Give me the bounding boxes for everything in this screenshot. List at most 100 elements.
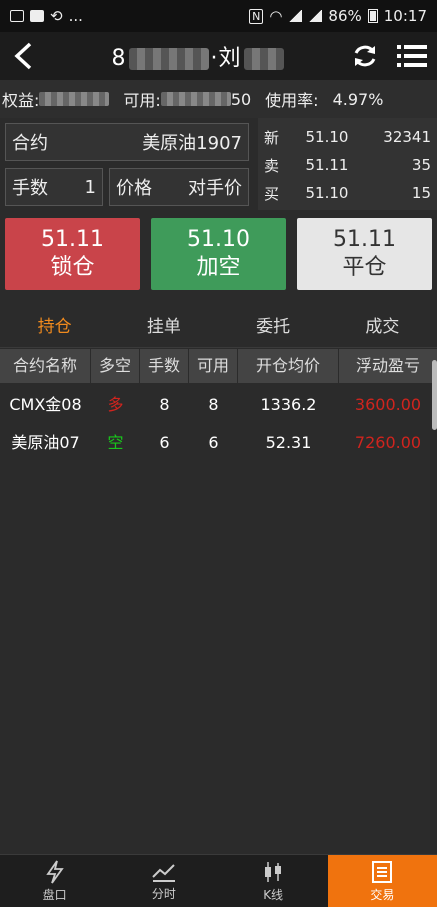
cell-pnl: 3600.00 [354, 395, 422, 414]
sync-icon: ⟲ [50, 7, 63, 25]
image-icon [10, 10, 24, 22]
available-suffix: 50 [230, 89, 252, 109]
tab-pending[interactable]: 挂单 [109, 306, 218, 347]
usage-label: 使用率: [265, 91, 319, 110]
masked-account [128, 48, 209, 70]
price-value: 对手价 [188, 178, 242, 199]
tab-bar: 持仓 挂单 委托 成交 [0, 306, 437, 348]
nav-label: 交易 [370, 887, 395, 902]
positions-table-header: 合约名称 多空 手数 可用 开仓均价 浮动盈亏 [0, 349, 437, 383]
col-available: 可用 [189, 349, 238, 383]
refresh-icon[interactable] [351, 42, 379, 70]
nav-timeshare[interactable]: 分时 [109, 855, 218, 907]
scroll-handle[interactable] [432, 360, 437, 430]
masked-name [243, 48, 284, 70]
quantity-field[interactable]: 手数 1 [5, 168, 103, 206]
col-contract: 合约名称 [0, 349, 91, 383]
title-name: ·刘 [210, 46, 242, 71]
table-row[interactable]: CMX金08 多 8 8 1336.2 3600.00 [0, 386, 437, 424]
battery-percent: 86% [328, 7, 362, 25]
tab-orders[interactable]: 委托 [219, 306, 328, 347]
nfc-icon: N [249, 8, 264, 24]
battery-icon [367, 9, 378, 23]
col-avg-price: 开仓均价 [238, 349, 339, 383]
button-price: 51.11 [41, 227, 104, 252]
tab-trades[interactable]: 成交 [328, 306, 437, 347]
quote-price: 51.10 [305, 184, 349, 202]
quantity-label: 手数 [12, 178, 48, 199]
quote-volume: 32341 [383, 128, 431, 146]
quote-price: 51.10 [305, 128, 349, 146]
clock: 10:17 [383, 7, 427, 25]
cell-avg-price: 52.31 [265, 433, 312, 452]
bottom-nav: 盘口 分时 K线 交易 [0, 854, 437, 907]
signal-icon [288, 10, 303, 22]
account-title: 8 ·刘 [46, 40, 351, 72]
available-value-masked [160, 92, 231, 106]
contract-selector[interactable]: 合约 美原油1907 [5, 123, 249, 161]
equity-label: 权益: [2, 91, 40, 110]
candlestick-icon [265, 861, 282, 882]
button-price: 51.10 [187, 227, 250, 252]
quote-panel: 新 51.10 32341 卖 51.11 35 买 51.10 15 [258, 118, 437, 210]
cell-qty: 6 [159, 433, 170, 452]
col-pnl: 浮动盈亏 [355, 356, 420, 375]
table-row[interactable]: 美原油07 空 6 6 52.31 7260.00 [0, 424, 437, 462]
cell-pnl: 7260.00 [354, 433, 422, 452]
nav-depth[interactable]: 盘口 [0, 855, 109, 907]
close-position-button[interactable]: 51.11 平仓 [297, 218, 432, 290]
quote-label: 新 [264, 128, 280, 147]
col-side: 多空 [91, 349, 140, 383]
cell-contract: CMX金08 [9, 395, 82, 414]
lightning-icon [45, 859, 64, 884]
button-action: 平仓 [342, 255, 387, 280]
quote-row-bid: 买 51.10 15 [258, 179, 437, 207]
document-icon [372, 860, 393, 883]
quote-label: 买 [264, 184, 280, 203]
nav-label: 盘口 [42, 887, 67, 902]
account-summary: 权益: 可用: 50 使用率: 4.97% [0, 80, 437, 118]
cell-side: 多 [107, 395, 124, 414]
status-bar: ⟲ ... N ◠ 86% 10:17 [0, 0, 437, 32]
cell-qty: 8 [159, 395, 170, 414]
tab-positions[interactable]: 持仓 [0, 306, 109, 347]
button-action: 锁仓 [50, 255, 95, 280]
back-button[interactable] [0, 32, 46, 80]
message-icon [30, 10, 44, 22]
cell-contract: 美原油07 [11, 433, 80, 452]
quote-row-last: 新 51.10 32341 [258, 123, 437, 151]
status-more: ... [68, 7, 83, 25]
equity-value-masked [39, 92, 110, 106]
nav-trade[interactable]: 交易 [327, 855, 437, 907]
price-label: 价格 [116, 178, 152, 199]
cell-available: 8 [208, 395, 219, 414]
wifi-icon: ◠ [269, 7, 283, 25]
lock-position-button[interactable]: 51.11 锁仓 [5, 218, 140, 290]
quote-row-ask: 卖 51.11 35 [258, 151, 437, 179]
title-prefix: 8 [111, 46, 127, 71]
app-header: 8 ·刘 [0, 32, 437, 80]
cell-side: 空 [107, 433, 124, 452]
quote-volume: 35 [411, 156, 431, 174]
col-qty: 手数 [140, 349, 189, 383]
quantity-value: 1 [84, 176, 96, 198]
cell-available: 6 [208, 433, 219, 452]
signal-icon-2 [308, 10, 323, 22]
available-label: 可用: [123, 91, 161, 110]
price-field[interactable]: 价格 对手价 [109, 168, 249, 206]
nav-label: 分时 [151, 886, 176, 901]
nav-label: K线 [263, 887, 284, 902]
quote-label: 卖 [264, 156, 280, 175]
chevron-left-icon [14, 42, 32, 70]
button-price: 51.11 [333, 227, 396, 252]
button-action: 加空 [196, 255, 241, 280]
quote-volume: 15 [411, 184, 431, 202]
cell-avg-price: 1336.2 [260, 395, 317, 414]
contract-label: 合约 [12, 133, 48, 154]
contract-value: 美原油1907 [142, 133, 242, 154]
add-short-button[interactable]: 51.10 加空 [151, 218, 286, 290]
nav-kline[interactable]: K线 [219, 855, 328, 907]
usage-value: 4.97% [332, 89, 384, 109]
quote-price: 51.11 [305, 156, 349, 174]
menu-list-icon[interactable] [397, 43, 427, 69]
